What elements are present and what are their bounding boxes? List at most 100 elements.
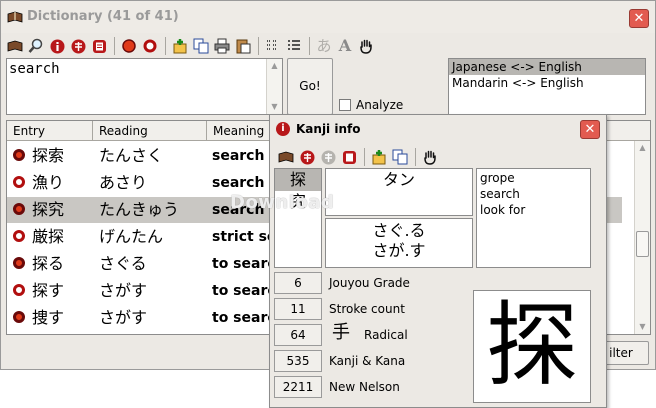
language-item[interactable]: Mandarin <-> English	[449, 75, 645, 91]
dialog-close-button[interactable]: ✕	[580, 120, 600, 139]
scroll-down-icon[interactable]: ▼	[267, 100, 282, 114]
reading-cell: たんきゅう	[99, 200, 180, 219]
meaning-item: look for	[480, 203, 526, 217]
sound-icon[interactable]	[297, 147, 317, 167]
go-button[interactable]: Go!	[287, 58, 333, 115]
jump-icon[interactable]	[339, 147, 359, 167]
close-button[interactable]: ✕	[629, 9, 649, 28]
on-reading-box: タン	[325, 168, 473, 216]
column-header-entry[interactable]: Entry	[7, 121, 93, 141]
scroll-thumb[interactable]	[636, 231, 649, 257]
copy-icon[interactable]	[191, 36, 211, 56]
info-icon[interactable]	[47, 36, 67, 56]
kun-reading-box: さぐ.る さが.す	[325, 218, 473, 268]
reading-cell: あさり	[99, 173, 148, 192]
paste-icon[interactable]	[233, 36, 253, 56]
status-dot-icon	[13, 284, 25, 296]
stat-label: Kanji & Kana	[329, 354, 406, 368]
add-icon[interactable]	[170, 36, 190, 56]
scroll-down-icon[interactable]: ▼	[635, 320, 650, 334]
stat-label: Stroke count	[329, 302, 405, 316]
results-scrollbar[interactable]: ▲ ▼	[634, 141, 650, 334]
stat-label: Radical	[364, 328, 408, 342]
scroll-up-icon[interactable]: ▲	[267, 59, 282, 73]
toolbar-separator	[114, 37, 115, 55]
analyze-label: Analyze	[356, 98, 404, 112]
copy-icon[interactable]	[390, 147, 410, 167]
toolbar-separator	[258, 37, 259, 55]
entry-cell: 探る	[32, 254, 65, 273]
font-a-icon[interactable]: A	[335, 36, 355, 56]
stat-value: 2211	[274, 376, 322, 398]
language-item[interactable]: Japanese <-> English	[449, 59, 645, 75]
toolbar-separator	[309, 37, 310, 55]
stat-value: 64	[274, 324, 322, 346]
meanings-box: grope search look for	[476, 168, 591, 268]
dialog-toolbar	[276, 147, 441, 167]
magnifier-icon[interactable]	[26, 36, 46, 56]
kun-reading: さぐ.る	[372, 221, 426, 240]
hand-icon[interactable]	[420, 147, 440, 167]
stat-label: New Nelson	[329, 380, 400, 394]
record-icon[interactable]	[119, 36, 139, 56]
search-input-value: search	[9, 61, 60, 77]
font-a-light-icon[interactable]: あ	[314, 36, 334, 56]
sound-icon[interactable]	[68, 36, 88, 56]
stat-value: 535	[274, 350, 322, 372]
stat-value: 6	[274, 272, 322, 294]
reading-cell: さがす	[99, 308, 148, 327]
book-icon[interactable]	[276, 147, 296, 167]
search-scrollbar[interactable]: ▲ ▼	[266, 59, 282, 114]
stat-label: Jouyou Grade	[329, 276, 410, 290]
book-icon[interactable]	[5, 36, 25, 56]
watermark: Download	[230, 192, 335, 213]
on-reading: タン	[382, 170, 415, 189]
entry-cell: 厳探	[32, 227, 65, 246]
status-dot-icon	[13, 203, 25, 215]
reading-cell: げんたん	[99, 227, 164, 246]
radical-glyph: 手	[332, 322, 350, 343]
dialog-title: Kanji info	[296, 122, 361, 136]
entry-cell: 捜す	[32, 308, 65, 327]
entry-cell: 探究	[32, 200, 65, 219]
jump-icon[interactable]	[89, 36, 109, 56]
grid-icon[interactable]	[263, 36, 283, 56]
status-dot-icon	[13, 257, 25, 269]
hand-icon[interactable]	[356, 36, 376, 56]
meaning-cell: strict se	[212, 229, 272, 245]
kun-reading: さが.す	[372, 241, 426, 260]
dialog-title-bar[interactable]: i Kanji info ✕	[270, 115, 606, 143]
scroll-up-icon[interactable]: ▲	[635, 141, 650, 155]
main-toolbar: あ A	[5, 35, 377, 57]
meaning-cell: to searc	[212, 283, 272, 299]
language-list[interactable]: Japanese <-> English Mandarin <-> Englis…	[448, 58, 646, 115]
title-bar[interactable]: Dictionary (41 of 41) ✕	[1, 1, 655, 33]
stat-value: 11	[274, 298, 322, 320]
kanji-info-dialog: i Kanji info ✕ 探 究 タン さぐ.る さが.す grope se…	[269, 114, 607, 408]
column-header-reading[interactable]: Reading	[93, 121, 207, 141]
kanji-list[interactable]: 探 究	[274, 168, 322, 268]
entry-cell: 探索	[32, 146, 65, 165]
meaning-item: grope	[480, 171, 515, 185]
sound-disabled-icon[interactable]	[318, 147, 338, 167]
entry-cell: 漁り	[32, 173, 65, 192]
reading-cell: さぐる	[99, 254, 147, 273]
toolbar-separator	[165, 37, 166, 55]
analyze-checkbox[interactable]: Analyze	[339, 98, 403, 112]
search-input[interactable]: search ▲ ▼	[6, 58, 283, 115]
info-icon: i	[276, 122, 290, 136]
add-icon[interactable]	[369, 147, 389, 167]
reading-cell: さがす	[99, 281, 148, 300]
meaning-cell: to searc	[212, 310, 272, 326]
analyze-checkbox-box[interactable]	[339, 99, 351, 111]
record-outline-icon[interactable]	[140, 36, 160, 56]
kanji-list-item[interactable]: 探	[275, 169, 321, 191]
status-dot-icon	[13, 176, 25, 188]
toolbar-separator	[364, 148, 365, 166]
list-icon[interactable]	[284, 36, 304, 56]
toolbar-separator	[415, 148, 416, 166]
big-kanji-display: 探	[473, 290, 591, 403]
status-dot-icon	[13, 311, 25, 323]
entry-cell: 探す	[32, 281, 65, 300]
print-icon[interactable]	[212, 36, 232, 56]
